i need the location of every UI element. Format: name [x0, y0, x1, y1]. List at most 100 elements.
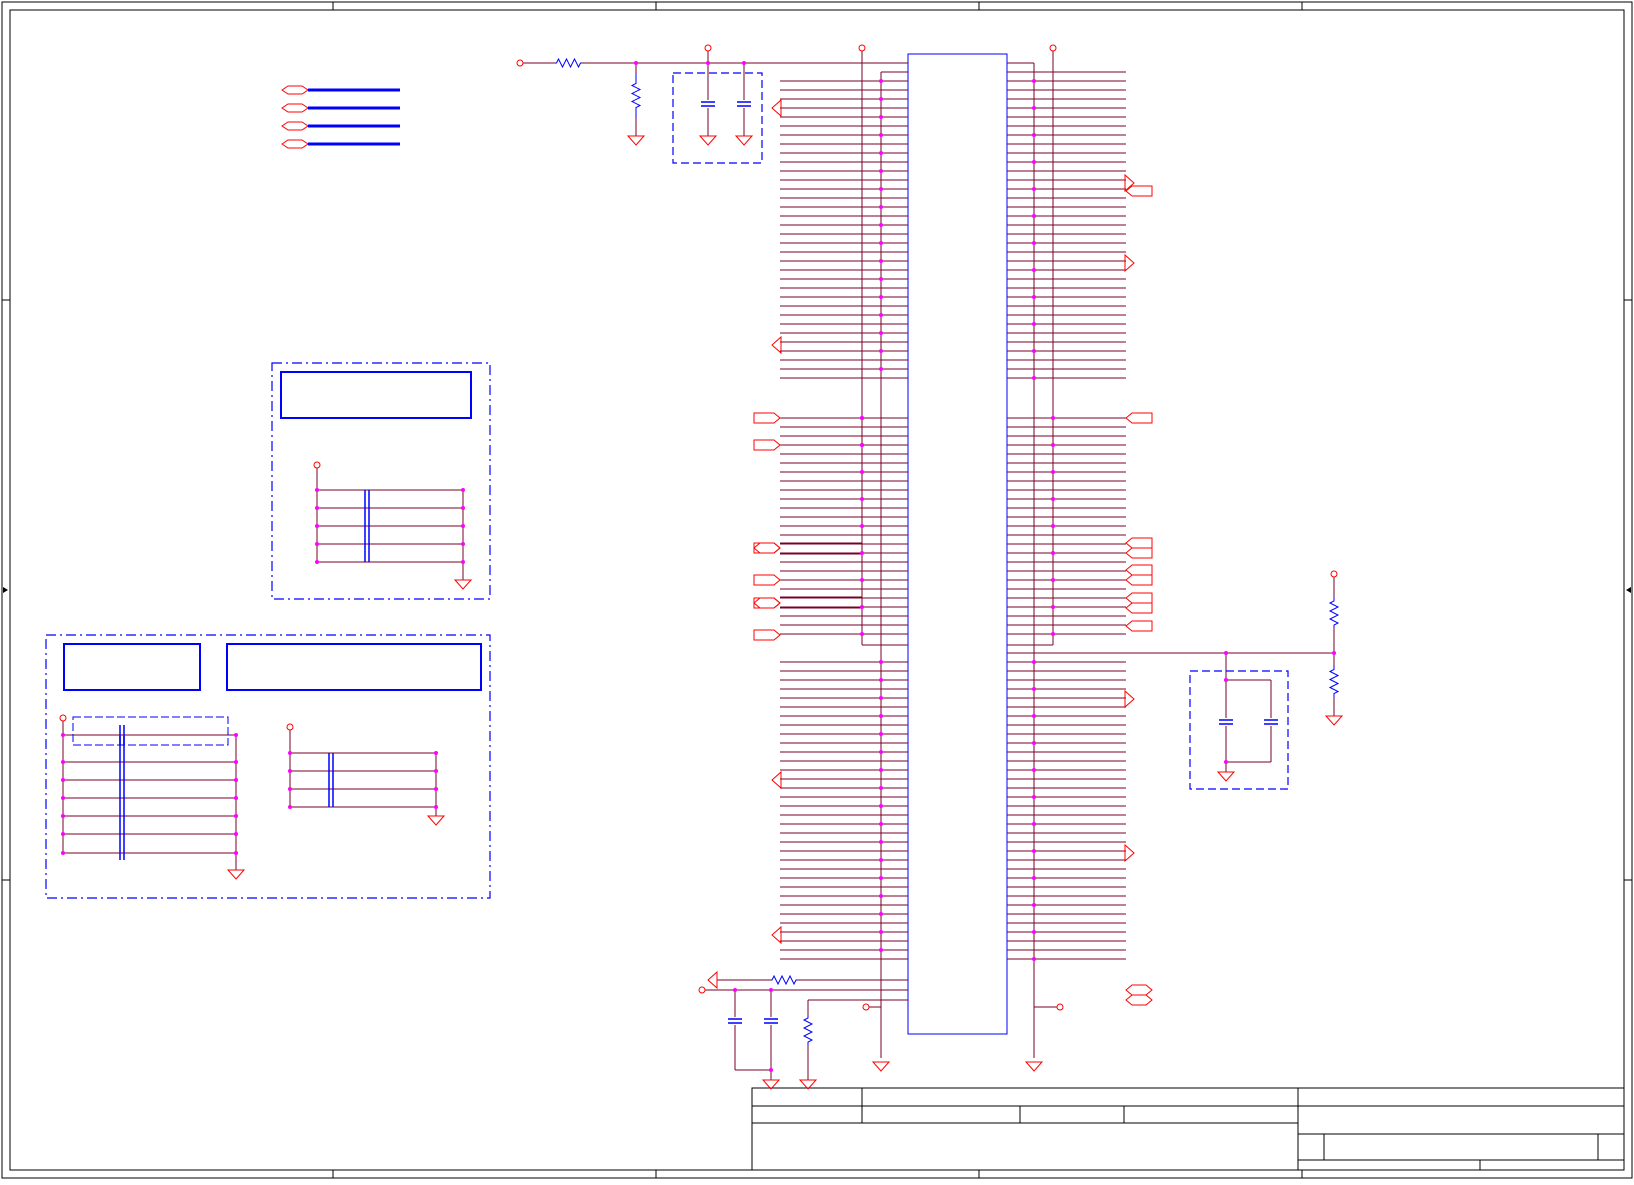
junction-dot [61, 832, 65, 836]
power-port-icon [516, 59, 524, 67]
net-port-icon [753, 629, 781, 641]
junction-dot [434, 787, 438, 791]
junction-dot [315, 506, 319, 510]
group-label-box-2 [63, 643, 201, 691]
net-port-icon [1125, 564, 1153, 576]
off-sheet-arrow-icon [1124, 253, 1135, 273]
ground-icon [698, 135, 718, 146]
junction-dot [879, 223, 883, 227]
off-sheet-arrow-icon [1124, 843, 1135, 863]
junction-dot [61, 760, 65, 764]
junction-dot [1051, 632, 1055, 636]
junction-dot [879, 732, 883, 736]
junction-dot [860, 551, 864, 555]
ground-icon [734, 135, 754, 146]
junction-layer [61, 61, 1336, 1072]
junction-dot [1051, 578, 1055, 582]
junction-dot [1032, 160, 1036, 164]
net-port-icon [1125, 984, 1153, 996]
junction-dot [879, 133, 883, 137]
junction-dot [1224, 678, 1228, 682]
bus-port-icon [281, 85, 309, 95]
group-label-box-3 [226, 643, 482, 691]
junction-dot [860, 497, 864, 501]
bus-port-group [281, 85, 400, 149]
junction-dot [434, 805, 438, 809]
junction-dot [879, 714, 883, 718]
junction-dot [1032, 241, 1036, 245]
net-port-icon [753, 439, 781, 451]
cap-sub-box [72, 716, 229, 746]
junction-dot [879, 259, 883, 263]
power-port-icon [698, 986, 706, 994]
power-port-icon [59, 714, 67, 722]
junction-dot [860, 632, 864, 636]
junction-dot [1051, 416, 1055, 420]
ground-icon [626, 135, 646, 146]
junction-dot [879, 912, 883, 916]
junction-dot [879, 948, 883, 952]
junction-dot [769, 1068, 773, 1072]
junction-dot [234, 814, 238, 818]
junction-dot [1051, 443, 1055, 447]
frame-arrow-left [3, 587, 8, 593]
junction-dot [706, 61, 710, 65]
net-port-icon [1125, 574, 1153, 586]
junction-dot [1224, 760, 1228, 764]
net-port-icon [1125, 185, 1153, 197]
ground-icon [871, 1061, 891, 1072]
ground-icon [1024, 1061, 1044, 1072]
junction-dot [879, 930, 883, 934]
junction-dot [1051, 497, 1055, 501]
junction-dot [1032, 214, 1036, 218]
resistor-icon [555, 57, 582, 69]
junction-dot [1032, 660, 1036, 664]
junction-dot [879, 678, 883, 682]
net-port-icon [1125, 537, 1153, 549]
junction-dot [860, 578, 864, 582]
junction-dot [234, 778, 238, 782]
junction-dot [1032, 903, 1036, 907]
junction-dot [879, 894, 883, 898]
junction-dot [879, 151, 883, 155]
junction-dot [461, 488, 465, 492]
junction-dot [1032, 768, 1036, 772]
junction-dot [315, 542, 319, 546]
junction-dot [461, 542, 465, 546]
junction-dot [1032, 930, 1036, 934]
junction-dot [1032, 741, 1036, 745]
ground-icon [453, 579, 473, 590]
junction-dot [879, 277, 883, 281]
junction-dot [315, 488, 319, 492]
junction-dot [288, 805, 292, 809]
junction-dot [733, 988, 737, 992]
junction-dot [1032, 106, 1036, 110]
junction-dot [234, 796, 238, 800]
junction-dot [879, 367, 883, 371]
net-port-icon [753, 597, 781, 609]
junction-dot [860, 416, 864, 420]
net-port-icon [1125, 547, 1153, 559]
junction-dot [879, 97, 883, 101]
junction-dot [634, 61, 638, 65]
resistor-icon [802, 1015, 814, 1045]
junction-dot [234, 760, 238, 764]
junction-dot [879, 169, 883, 173]
junction-dot [1224, 651, 1228, 655]
junction-dot [879, 313, 883, 317]
junction-dot [879, 876, 883, 880]
junction-dot [1332, 651, 1336, 655]
junction-dot [860, 524, 864, 528]
junction-dot [234, 851, 238, 855]
junction-dot [879, 79, 883, 83]
junction-dot [1032, 849, 1036, 853]
schematic-canvas [1, 1, 1633, 1179]
resistor-icon [1328, 598, 1340, 628]
junction-dot [234, 832, 238, 836]
junction-dot [1032, 295, 1036, 299]
junction-dot [1032, 714, 1036, 718]
ic-body[interactable] [907, 53, 1008, 1035]
junction-dot [234, 733, 238, 737]
schematic-sheet [0, 0, 1634, 1180]
power-port-icon [862, 1003, 870, 1011]
